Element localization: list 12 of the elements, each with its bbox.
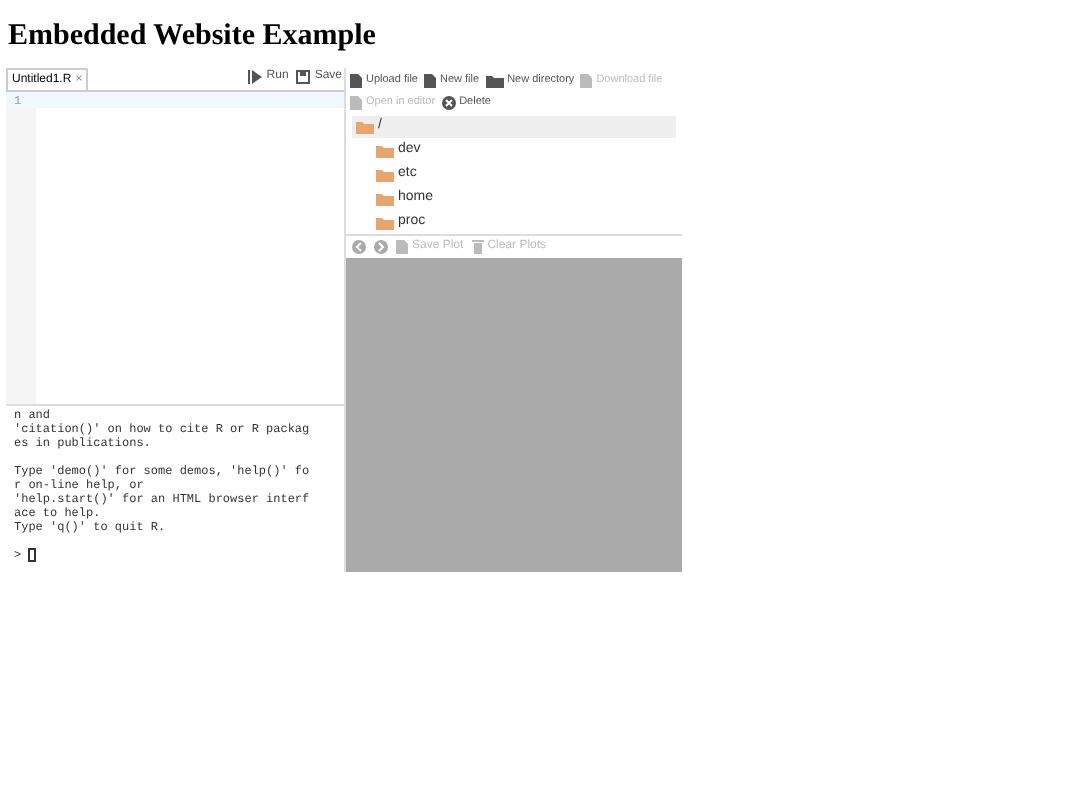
page-heading: Embedded Website Example [6,18,378,54]
save-icon [296,70,311,84]
delete-icon [441,95,456,110]
play-icon [248,70,263,84]
file-icon [424,73,436,88]
trash-icon [471,240,484,254]
cursor-icon [27,548,36,562]
back-icon [352,240,366,254]
forward-icon [374,240,388,254]
folder-icon [485,73,504,88]
file-icon [580,73,593,88]
file-icon [396,240,408,254]
